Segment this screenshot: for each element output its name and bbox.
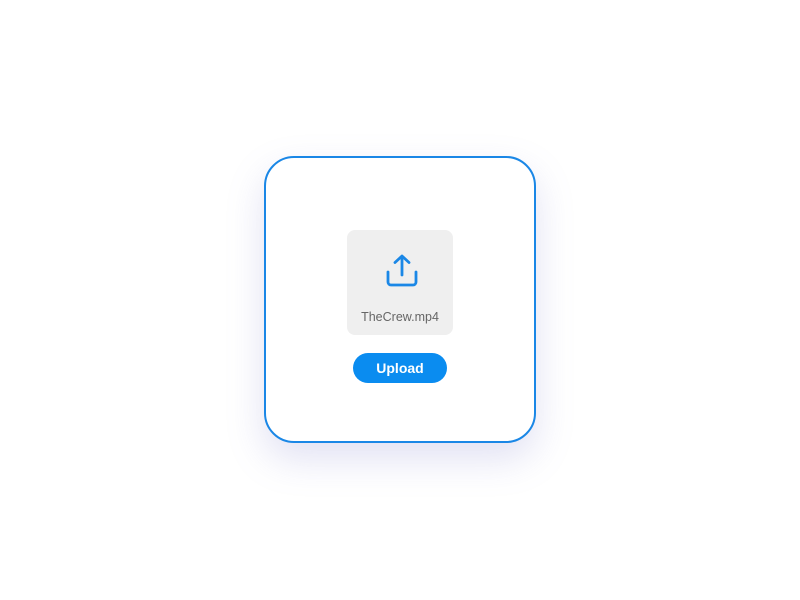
file-name: TheCrew.mp4: [361, 310, 439, 324]
share-upload-icon: [386, 254, 418, 287]
upload-button[interactable]: Upload: [353, 353, 447, 383]
upload-screen: TheCrew.mp4 Upload: [0, 0, 800, 600]
